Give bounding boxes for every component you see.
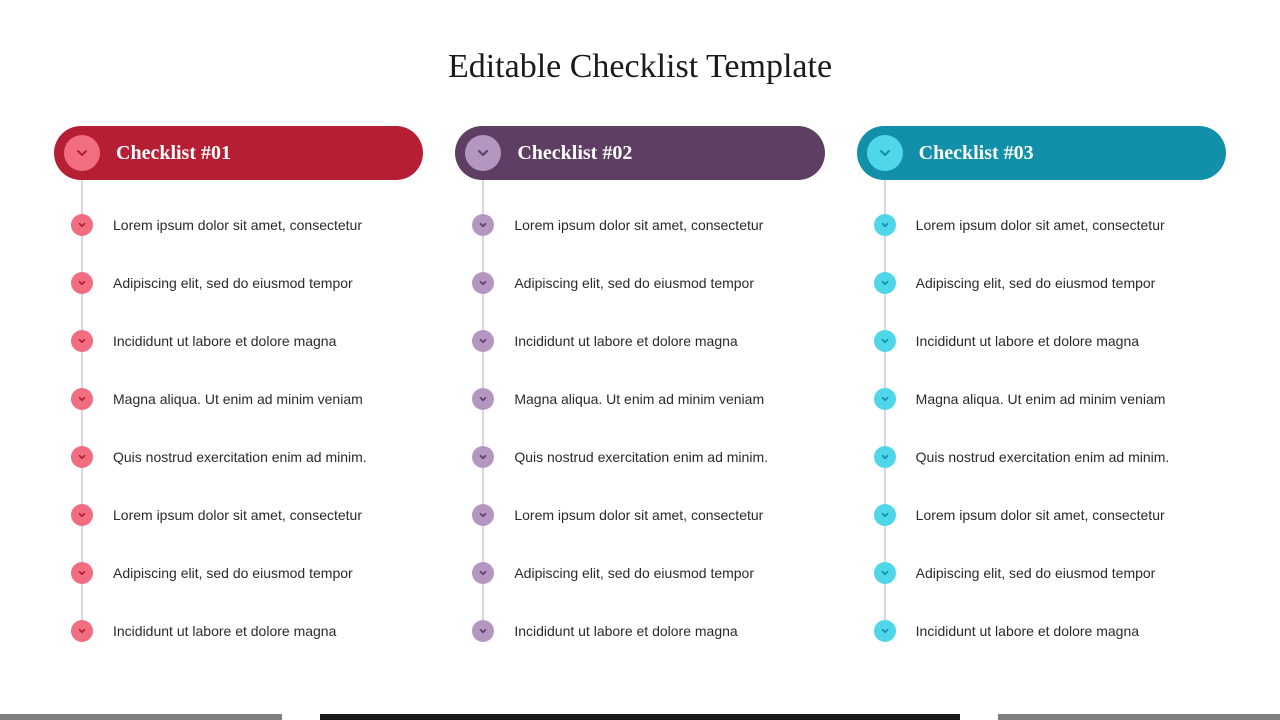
footer-decoration [0, 714, 1280, 720]
item-text: Lorem ipsum dolor sit amet, consectetur [113, 216, 362, 234]
chevron-down-icon [472, 214, 494, 236]
chevron-down-icon [472, 330, 494, 352]
item-text: Quis nostrud exercitation enim ad minim. [916, 448, 1170, 466]
list-item: Magna aliqua. Ut enim ad minim veniam [455, 388, 824, 410]
list-item: Quis nostrud exercitation enim ad minim. [857, 446, 1226, 468]
checklist-columns: Checklist #01 Lorem ipsum dolor sit amet… [0, 126, 1280, 678]
chevron-down-icon [71, 504, 93, 526]
chevron-down-icon [71, 562, 93, 584]
list-item: Adipiscing elit, sed do eiusmod tempor [455, 272, 824, 294]
item-text: Lorem ipsum dolor sit amet, consectetur [916, 506, 1165, 524]
chevron-down-icon [472, 562, 494, 584]
item-text: Adipiscing elit, sed do eiusmod tempor [916, 564, 1156, 582]
item-text: Incididunt ut labore et dolore magna [514, 332, 737, 350]
page-title: Editable Checklist Template [0, 0, 1280, 126]
chevron-down-icon [472, 272, 494, 294]
chevron-down-icon [472, 620, 494, 642]
chevron-down-icon [874, 272, 896, 294]
list-item: Incididunt ut labore et dolore magna [455, 330, 824, 352]
list-item: Adipiscing elit, sed do eiusmod tempor [54, 272, 423, 294]
item-text: Incididunt ut labore et dolore magna [113, 332, 336, 350]
list-item: Adipiscing elit, sed do eiusmod tempor [54, 562, 423, 584]
list-item: Adipiscing elit, sed do eiusmod tempor [857, 562, 1226, 584]
checklist-title-3: Checklist #03 [919, 142, 1034, 165]
item-text: Adipiscing elit, sed do eiusmod tempor [113, 274, 353, 292]
list-item: Lorem ipsum dolor sit amet, consectetur [455, 504, 824, 526]
chevron-down-icon [874, 504, 896, 526]
chevron-down-icon [867, 135, 903, 171]
chevron-down-icon [71, 446, 93, 468]
chevron-down-icon [472, 504, 494, 526]
item-text: Magna aliqua. Ut enim ad minim veniam [916, 390, 1166, 408]
checklist-title-1: Checklist #01 [116, 142, 231, 165]
list-item: Lorem ipsum dolor sit amet, consectetur [54, 214, 423, 236]
chevron-down-icon [71, 330, 93, 352]
item-text: Adipiscing elit, sed do eiusmod tempor [916, 274, 1156, 292]
item-text: Incididunt ut labore et dolore magna [916, 622, 1139, 640]
chevron-down-icon [874, 620, 896, 642]
chevron-down-icon [874, 446, 896, 468]
item-text: Adipiscing elit, sed do eiusmod tempor [514, 274, 754, 292]
checklist-header-2: Checklist #02 [455, 126, 824, 180]
chevron-down-icon [472, 446, 494, 468]
item-text: Magna aliqua. Ut enim ad minim veniam [113, 390, 363, 408]
list-item: Incididunt ut labore et dolore magna [857, 620, 1226, 642]
chevron-down-icon [874, 214, 896, 236]
item-text: Quis nostrud exercitation enim ad minim. [113, 448, 367, 466]
chevron-down-icon [874, 330, 896, 352]
item-text: Lorem ipsum dolor sit amet, consectetur [514, 506, 763, 524]
checklist-items-2: Lorem ipsum dolor sit amet, consectetur … [455, 214, 824, 642]
item-text: Lorem ipsum dolor sit amet, consectetur [916, 216, 1165, 234]
list-item: Incididunt ut labore et dolore magna [455, 620, 824, 642]
item-text: Quis nostrud exercitation enim ad minim. [514, 448, 768, 466]
chevron-down-icon [874, 388, 896, 410]
list-item: Incididunt ut labore et dolore magna [857, 330, 1226, 352]
item-text: Incididunt ut labore et dolore magna [916, 332, 1139, 350]
list-item: Adipiscing elit, sed do eiusmod tempor [455, 562, 824, 584]
chevron-down-icon [71, 214, 93, 236]
checklist-header-1: Checklist #01 [54, 126, 423, 180]
chevron-down-icon [71, 388, 93, 410]
item-text: Incididunt ut labore et dolore magna [514, 622, 737, 640]
list-item: Lorem ipsum dolor sit amet, consectetur [857, 214, 1226, 236]
chevron-down-icon [71, 620, 93, 642]
list-item: Incididunt ut labore et dolore magna [54, 620, 423, 642]
checklist-header-3: Checklist #03 [857, 126, 1226, 180]
list-item: Magna aliqua. Ut enim ad minim veniam [857, 388, 1226, 410]
chevron-down-icon [874, 562, 896, 584]
checklist-items-3: Lorem ipsum dolor sit amet, consectetur … [857, 214, 1226, 642]
chevron-down-icon [472, 388, 494, 410]
item-text: Lorem ipsum dolor sit amet, consectetur [113, 506, 362, 524]
list-item: Magna aliqua. Ut enim ad minim veniam [54, 388, 423, 410]
list-item: Lorem ipsum dolor sit amet, consectetur [455, 214, 824, 236]
list-item: Adipiscing elit, sed do eiusmod tempor [857, 272, 1226, 294]
checklist-column-2: Checklist #02 Lorem ipsum dolor sit amet… [455, 126, 824, 678]
item-text: Incididunt ut labore et dolore magna [113, 622, 336, 640]
item-text: Magna aliqua. Ut enim ad minim veniam [514, 390, 764, 408]
list-item: Quis nostrud exercitation enim ad minim. [455, 446, 824, 468]
list-item: Quis nostrud exercitation enim ad minim. [54, 446, 423, 468]
checklist-column-1: Checklist #01 Lorem ipsum dolor sit amet… [54, 126, 423, 678]
list-item: Lorem ipsum dolor sit amet, consectetur [857, 504, 1226, 526]
chevron-down-icon [71, 272, 93, 294]
item-text: Adipiscing elit, sed do eiusmod tempor [113, 564, 353, 582]
checklist-title-2: Checklist #02 [517, 142, 632, 165]
chevron-down-icon [64, 135, 100, 171]
list-item: Incididunt ut labore et dolore magna [54, 330, 423, 352]
item-text: Adipiscing elit, sed do eiusmod tempor [514, 564, 754, 582]
checklist-column-3: Checklist #03 Lorem ipsum dolor sit amet… [857, 126, 1226, 678]
item-text: Lorem ipsum dolor sit amet, consectetur [514, 216, 763, 234]
checklist-items-1: Lorem ipsum dolor sit amet, consectetur … [54, 214, 423, 642]
chevron-down-icon [465, 135, 501, 171]
list-item: Lorem ipsum dolor sit amet, consectetur [54, 504, 423, 526]
